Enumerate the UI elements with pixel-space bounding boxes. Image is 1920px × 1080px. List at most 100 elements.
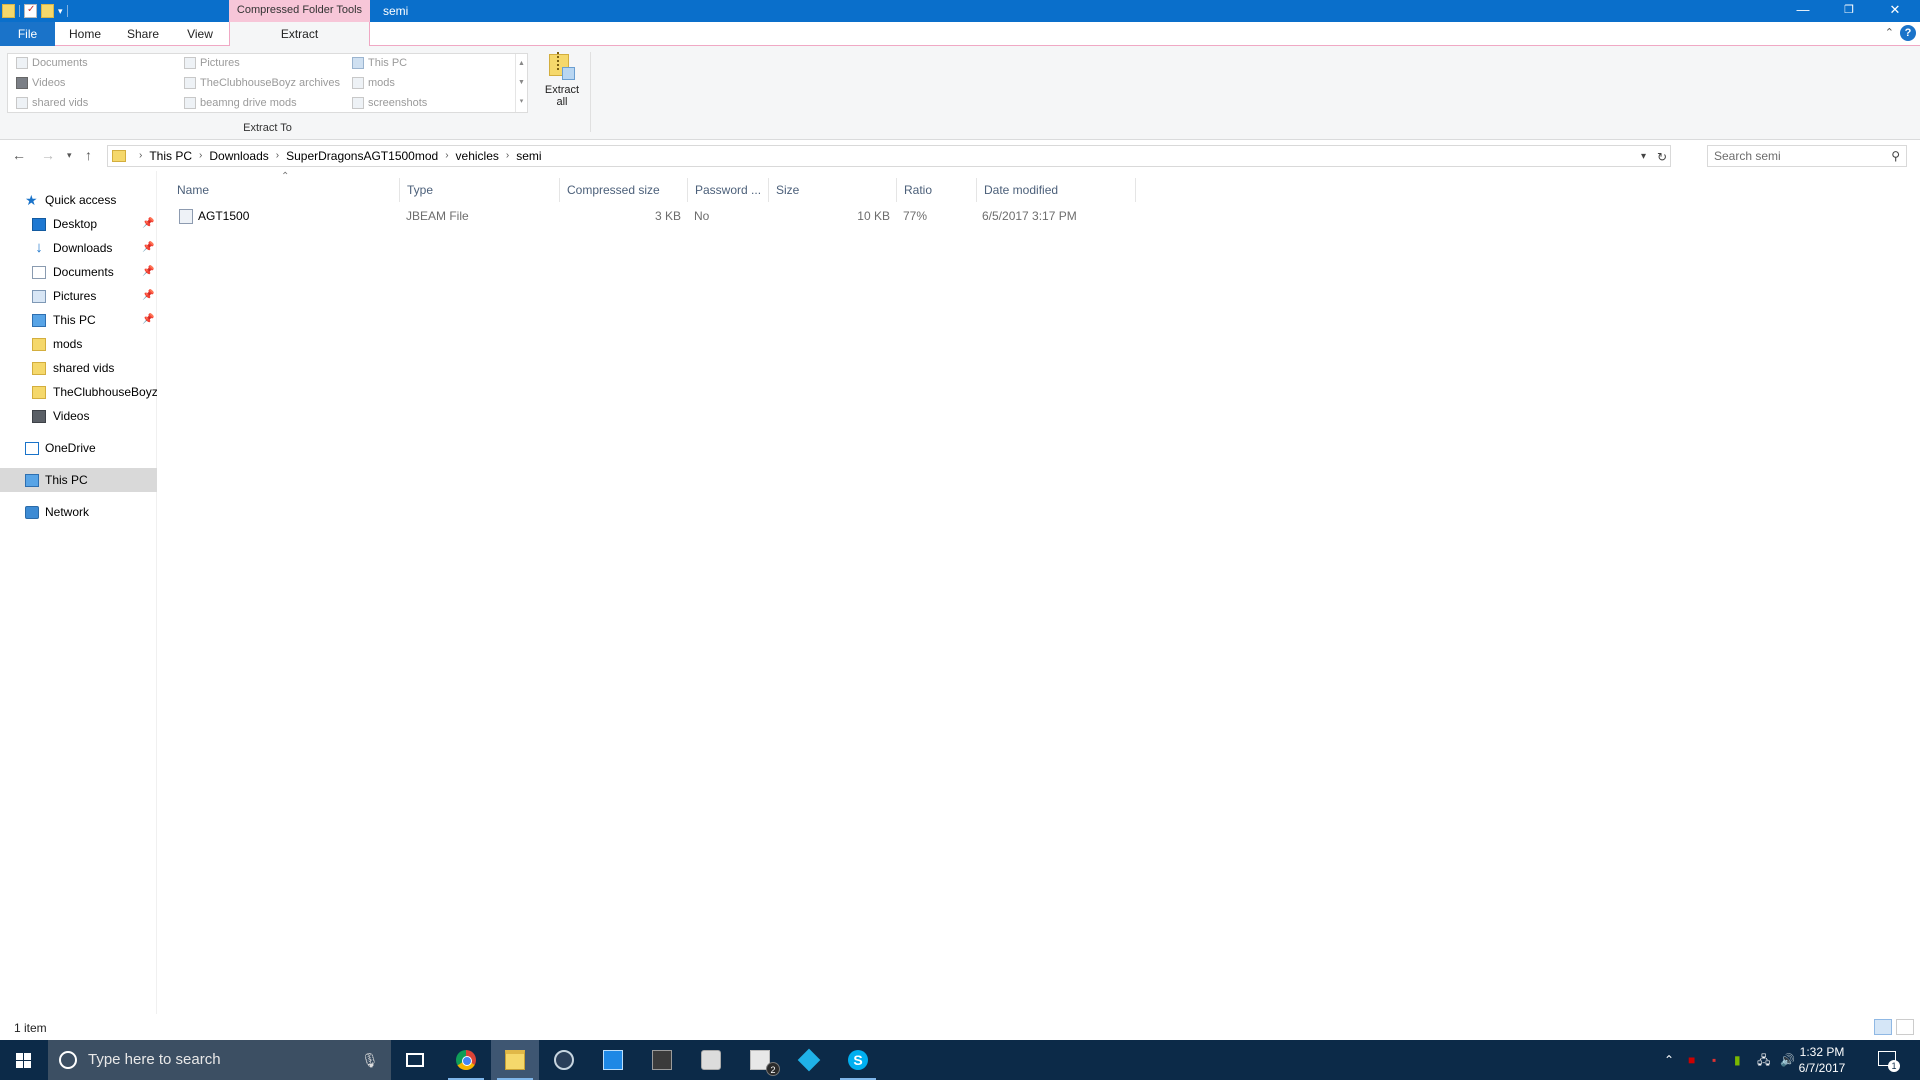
destination-label: TheClubhouseBoyz archives — [200, 77, 341, 89]
address-bar[interactable]: › This PC › Downloads › SuperDragonsAGT1… — [107, 145, 1671, 167]
recent-locations-chevron-icon[interactable]: ▾ — [67, 150, 72, 161]
column-header-type[interactable]: Type — [400, 178, 560, 202]
nav-item-desktop[interactable]: Desktop 📌 — [0, 212, 157, 236]
breadcrumb-semi[interactable]: semi — [516, 146, 541, 166]
large-icons-view-icon[interactable] — [1896, 1019, 1914, 1035]
column-header-ratio[interactable]: Ratio — [897, 178, 977, 202]
nav-item-pictures[interactable]: Pictures 📌 — [0, 284, 157, 308]
nav-item-videos[interactable]: Videos — [0, 404, 157, 428]
cortana-icon — [59, 1051, 77, 1069]
help-icon[interactable]: ? — [1900, 25, 1916, 41]
table-row[interactable]: AGT1500 JBEAM File 3 KB No 10 KB 77% 6/5… — [170, 205, 1136, 227]
gallery-scroll-up-icon[interactable]: ▲ — [516, 54, 527, 73]
gallery-expand-icon[interactable]: ▾ — [516, 92, 527, 111]
forward-arrow-icon[interactable]: → — [41, 147, 55, 163]
extract-all-button[interactable]: Extract all — [541, 52, 583, 116]
pin-icon[interactable]: 📌 — [142, 308, 154, 332]
nav-item-this-pc-pinned[interactable]: This PC 📌 — [0, 308, 157, 332]
taskbar-app-store[interactable] — [589, 1040, 637, 1080]
chevron-right-icon[interactable]: › — [132, 146, 149, 166]
breadcrumb-superdragons[interactable]: SuperDragonsAGT1500mod — [286, 146, 438, 166]
nvidia-icon[interactable]: ▮ — [1734, 1040, 1741, 1080]
nav-item-theclubhouseboyz[interactable]: TheClubhouseBoyz — [0, 380, 157, 404]
destination-shared-vids[interactable]: shared vids — [12, 94, 88, 112]
taskbar-app-chrome[interactable] — [442, 1040, 490, 1080]
clock[interactable]: 1:32 PM 6/7/2017 — [1792, 1044, 1852, 1076]
pin-icon[interactable]: 📌 — [142, 212, 154, 236]
microphone-icon[interactable]: 🎙 — [361, 1040, 379, 1080]
destination-documents[interactable]: Documents — [12, 54, 88, 72]
nav-item-this-pc[interactable]: This PC — [0, 468, 157, 492]
destination-screenshots[interactable]: screenshots — [348, 94, 427, 112]
column-header-name[interactable]: Name — [170, 178, 400, 202]
taskbar-app-game[interactable] — [638, 1040, 686, 1080]
breadcrumb-vehicles[interactable]: vehicles — [456, 146, 499, 166]
nav-item-network[interactable]: Network — [0, 500, 157, 524]
taskbar-app-mail[interactable]: 2 — [736, 1040, 784, 1080]
chevron-right-icon[interactable]: › — [438, 146, 455, 166]
network-status-icon[interactable]: 🖧 — [1757, 1040, 1770, 1080]
tab-file[interactable]: File — [0, 22, 55, 46]
start-button[interactable] — [0, 1040, 48, 1080]
up-arrow-icon[interactable]: ↑ — [85, 147, 92, 163]
details-view-icon[interactable] — [1874, 1019, 1892, 1035]
chevron-right-icon[interactable]: › — [269, 146, 286, 166]
column-header-size[interactable]: Size — [769, 178, 897, 202]
pin-icon[interactable]: 📌 — [142, 284, 154, 308]
tray-app-icon[interactable]: ■ — [1688, 1040, 1695, 1080]
properties-icon[interactable] — [24, 4, 37, 18]
column-header-date-modified[interactable]: Date modified — [977, 178, 1136, 202]
back-arrow-icon[interactable]: ← — [12, 147, 26, 163]
pin-icon[interactable]: 📌 — [142, 260, 154, 284]
tab-extract[interactable]: Extract — [229, 22, 370, 47]
destination-clubhouse-archives[interactable]: TheClubhouseBoyz archives — [180, 74, 340, 92]
taskbar-search-box[interactable]: Type here to search 🎙 — [48, 1040, 391, 1080]
pin-icon[interactable]: 📌 — [142, 236, 154, 260]
nav-item-documents[interactable]: Documents 📌 — [0, 260, 157, 284]
breadcrumb-this-pc[interactable]: This PC — [149, 146, 192, 166]
tab-share[interactable]: Share — [118, 22, 168, 46]
search-input[interactable] — [1714, 148, 1879, 164]
breadcrumb-downloads[interactable]: Downloads — [209, 146, 268, 166]
restore-button[interactable]: ❐ — [1826, 0, 1872, 22]
column-header-compressed-size[interactable]: Compressed size — [560, 178, 688, 202]
column-header-password[interactable]: Password ... — [688, 178, 769, 202]
pictures-icon — [32, 290, 46, 303]
nav-item-mods[interactable]: mods — [0, 332, 157, 356]
tab-home[interactable]: Home — [60, 22, 110, 46]
destination-beamng-mods[interactable]: beamng drive mods — [180, 94, 297, 112]
taskbar-app-file-explorer[interactable] — [491, 1040, 539, 1080]
task-view-button[interactable] — [392, 1040, 440, 1080]
show-hidden-icons-icon[interactable]: ⌃ — [1664, 1040, 1674, 1080]
taskbar-app-file-manager[interactable] — [687, 1040, 735, 1080]
gallery-scroll-down-icon[interactable]: ▼ — [516, 73, 527, 92]
destination-videos[interactable]: Videos — [12, 74, 65, 92]
nav-item-label: Quick access — [45, 193, 117, 207]
nav-item-shared-vids[interactable]: shared vids — [0, 356, 157, 380]
destination-this-pc[interactable]: This PC — [348, 54, 407, 72]
destination-mods[interactable]: mods — [348, 74, 395, 92]
tab-view[interactable]: View — [175, 22, 225, 46]
cell-name: AGT1500 — [198, 209, 250, 223]
nav-item-downloads[interactable]: ↓ Downloads 📌 — [0, 236, 157, 260]
nav-item-quick-access[interactable]: ★ Quick access — [0, 188, 157, 212]
refresh-icon[interactable]: ↻ — [1657, 147, 1667, 167]
destination-pictures[interactable]: Pictures — [180, 54, 240, 72]
minimize-button[interactable]: — — [1780, 0, 1826, 22]
close-button[interactable]: ✕ — [1872, 0, 1918, 22]
tray-app-icon[interactable]: ▪ — [1712, 1040, 1716, 1080]
collapse-ribbon-icon[interactable]: ⌃ — [1885, 26, 1894, 39]
chevron-right-icon[interactable]: › — [499, 146, 516, 166]
new-folder-icon[interactable] — [41, 4, 54, 18]
customize-qat-icon[interactable]: ▾ — [58, 6, 63, 17]
quick-access-toolbar: ▾ — [0, 0, 68, 22]
nav-item-onedrive[interactable]: OneDrive — [0, 436, 157, 460]
taskbar-app-skype[interactable]: S — [834, 1040, 882, 1080]
taskbar-app-kodi[interactable] — [785, 1040, 833, 1080]
destination-label: This PC — [368, 57, 408, 69]
chevron-right-icon[interactable]: › — [192, 146, 209, 166]
nav-item-label: This PC — [53, 313, 96, 327]
taskbar-app-steam[interactable] — [540, 1040, 588, 1080]
address-dropdown-icon[interactable]: ▾ — [1641, 147, 1646, 167]
search-icon[interactable]: ⚲ — [1891, 149, 1900, 163]
